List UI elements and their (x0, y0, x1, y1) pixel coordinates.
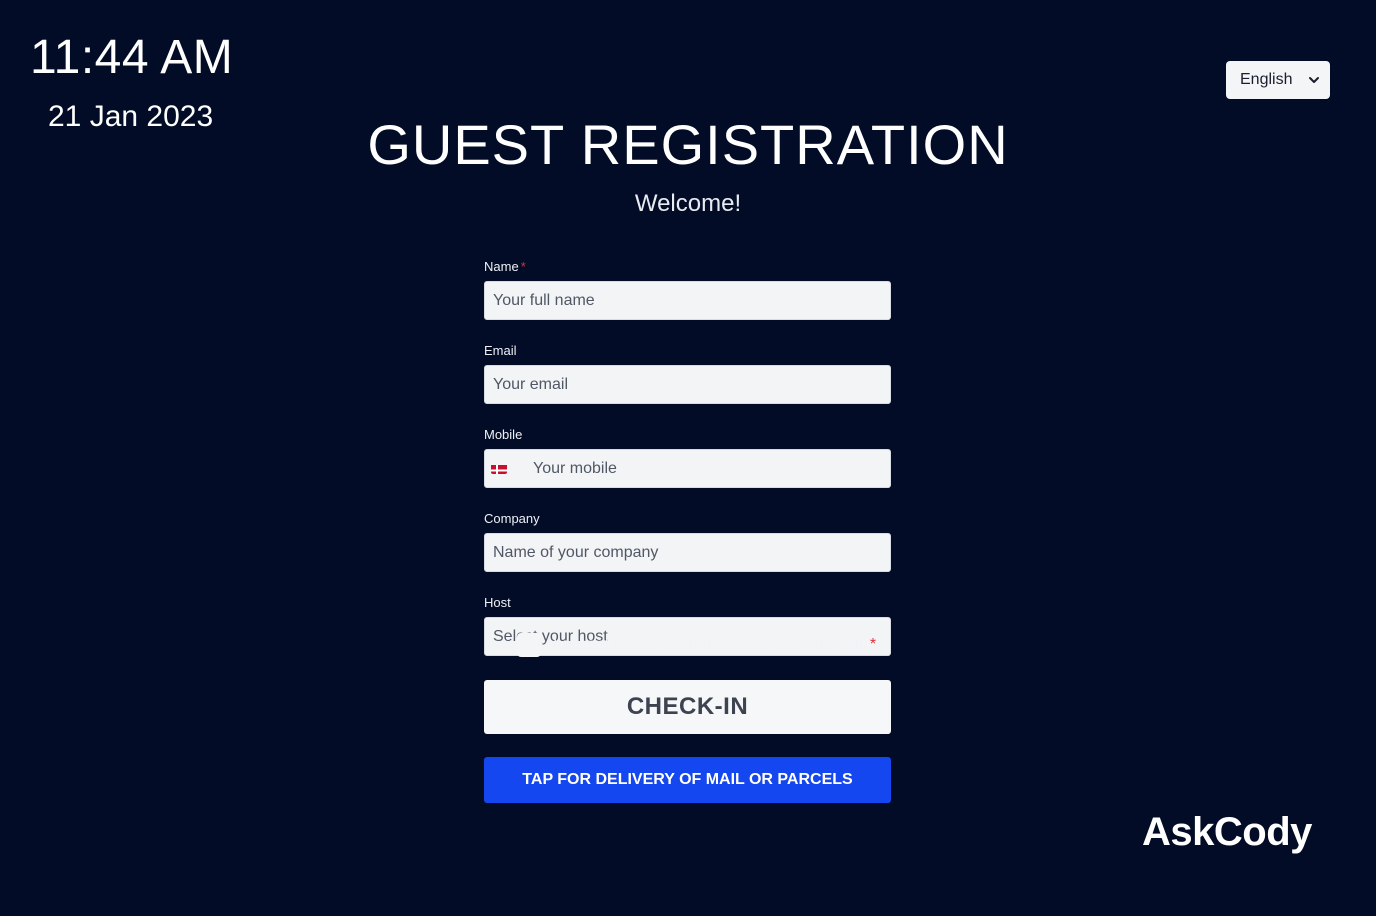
language-selected-label: English (1240, 71, 1293, 88)
chevron-down-icon (1308, 74, 1320, 86)
host-label: Host (484, 595, 511, 610)
askcody-logo: AskCody (1142, 810, 1312, 854)
terms-label: I accept the terms and conditions of my … (553, 636, 876, 654)
denmark-flag-icon[interactable] (491, 463, 507, 474)
mobile-label: Mobile (484, 427, 523, 442)
name-label: Name * (484, 258, 891, 275)
company-input[interactable] (484, 533, 891, 572)
registration-form: Name* Email Mobile Company Host Select y… (484, 258, 891, 678)
mobile-input[interactable] (484, 449, 891, 488)
required-mark: * (869, 636, 877, 653)
company-label: Company (484, 511, 540, 526)
guest-registration-screen: 11:44 AM 21 Jan 2023 English GUEST REGIS… (0, 0, 1376, 916)
required-mark: * (520, 259, 526, 274)
email-input[interactable] (484, 365, 891, 404)
check-in-button[interactable]: CHECK-IN (484, 680, 891, 734)
current-time: 11:44 AM (30, 31, 234, 84)
mobile-field (484, 449, 891, 488)
page-title: GUEST REGISTRATION (367, 113, 1009, 176)
terms-row: I accept the terms and conditions of my … (517, 633, 876, 657)
terms-label-text: I accept the terms and conditions of my … (553, 636, 864, 653)
name-input[interactable] (484, 281, 891, 320)
terms-checkbox[interactable] (517, 633, 541, 657)
email-label: Email (484, 343, 517, 358)
delivery-button[interactable]: TAP FOR DELIVERY OF MAIL OR PARCELS (484, 757, 891, 803)
language-select[interactable]: English (1226, 61, 1330, 99)
name-label-text: Name (484, 259, 519, 274)
welcome-message: Welcome! (634, 190, 742, 217)
